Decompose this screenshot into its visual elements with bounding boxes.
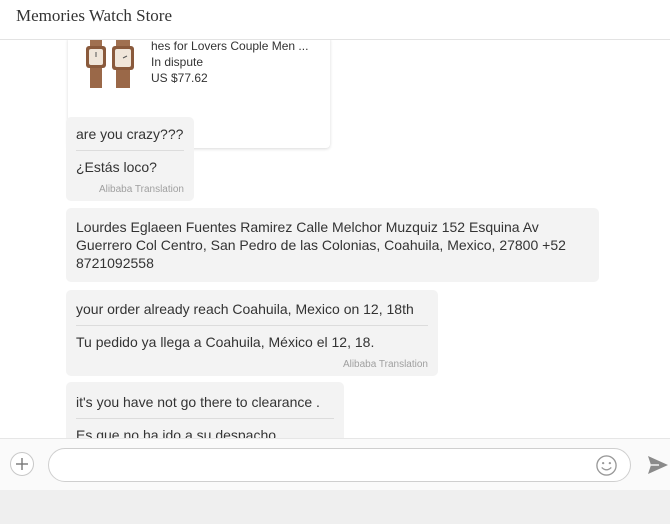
message-bubble: are you crazy??? ¿Estás loco? Alibaba Tr… <box>66 117 194 201</box>
smiley-icon[interactable] <box>595 454 618 477</box>
product-image <box>86 40 134 88</box>
translated-text: Tu pedido ya llega a Coahuila, México el… <box>76 334 375 350</box>
translation-credit: Alibaba Translation <box>98 184 184 195</box>
message-composer <box>0 438 670 490</box>
store-title[interactable]: Memories Watch Store <box>16 6 172 26</box>
translation-credit: Alibaba Translation <box>342 359 428 370</box>
message-text: it's you have not go there to clearance … <box>76 394 320 410</box>
product-name[interactable]: hes for Lovers Couple Men ... <box>151 40 319 53</box>
plus-icon <box>16 458 28 470</box>
message-text: Lourdes Eglaeen Fuentes Ramirez Calle Me… <box>76 219 566 271</box>
translated-text: Es que no ha ido a su despacho. <box>76 427 280 438</box>
paper-plane-icon[interactable] <box>647 455 669 475</box>
translated-text: ¿Estás loco? <box>76 159 157 175</box>
chat-messages[interactable]: hes for Lovers Couple Men ... In dispute… <box>0 40 670 438</box>
product-status: In dispute <box>151 55 204 69</box>
message-bubble: it's you have not go there to clearance … <box>66 382 344 438</box>
message-input[interactable] <box>48 448 631 482</box>
message-text: your order already reach Coahuila, Mexic… <box>76 301 414 317</box>
chat-header: Memories Watch Store <box>0 0 670 40</box>
translation-divider <box>76 325 428 326</box>
product-price: US $77.62 <box>151 71 208 85</box>
message-bubble: your order already reach Coahuila, Mexic… <box>66 290 438 376</box>
page-background <box>0 490 670 524</box>
message-bubble: Lourdes Eglaeen Fuentes Ramirez Calle Me… <box>66 208 599 282</box>
add-attachment-button[interactable] <box>10 452 34 476</box>
translation-divider <box>76 150 184 151</box>
translation-divider <box>76 418 334 419</box>
message-text: are you crazy??? <box>76 126 184 142</box>
